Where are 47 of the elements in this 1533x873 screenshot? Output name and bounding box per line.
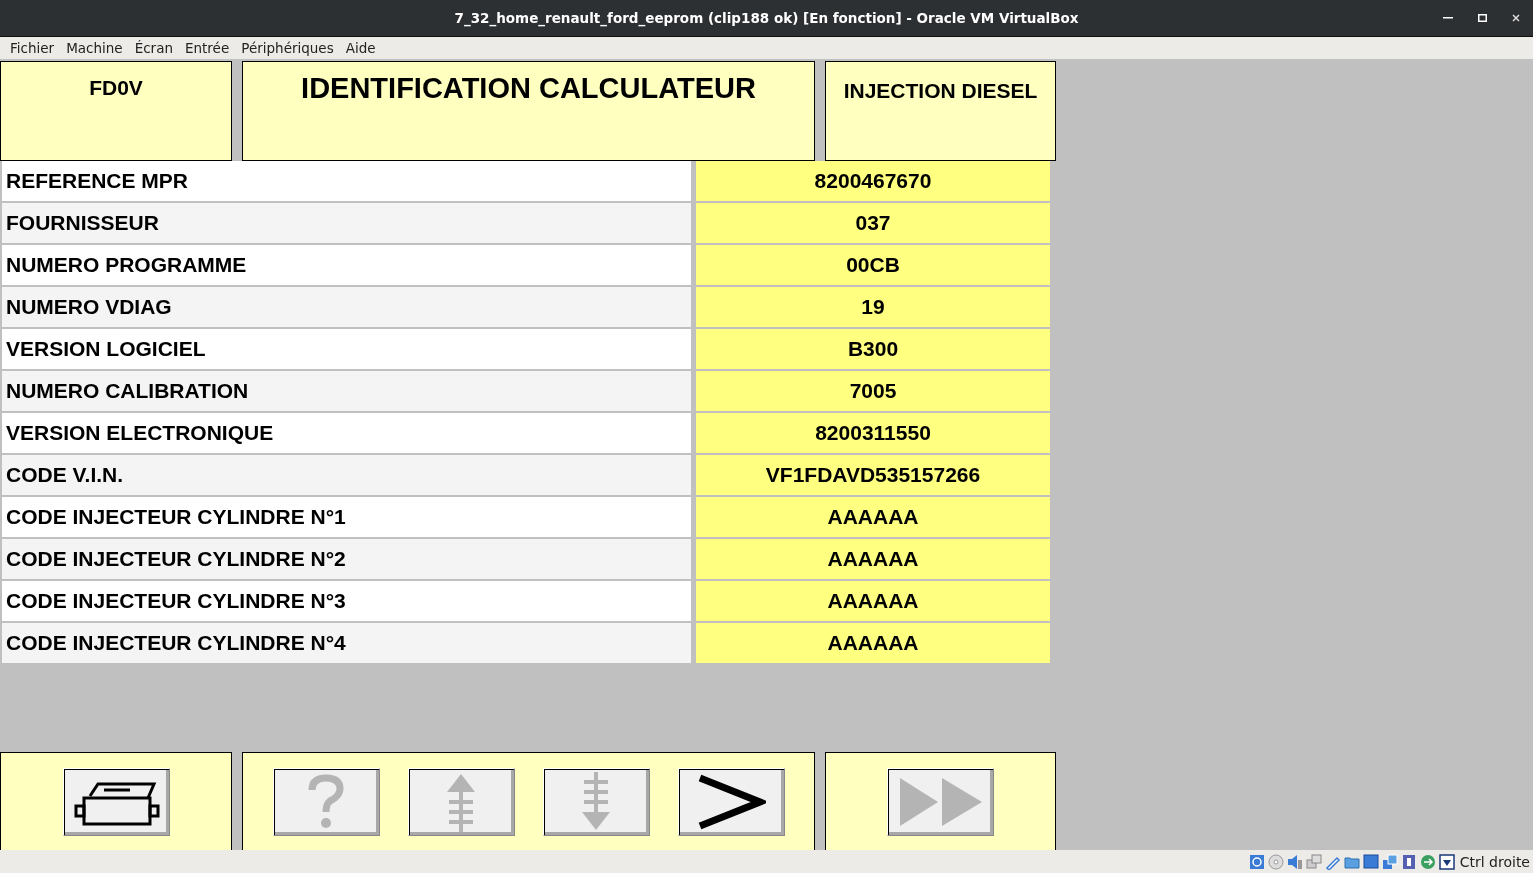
parameter-value: 19 (696, 287, 1050, 329)
parameter-value: 7005 (696, 371, 1050, 413)
menu-item[interactable]: Machine (60, 40, 129, 56)
keyboard-capture-icon[interactable] (1438, 853, 1455, 870)
parameter-label: CODE INJECTEUR CYLINDRE N°2 (2, 539, 691, 581)
parameter-label: NUMERO PROGRAMME (2, 245, 691, 287)
parameter-value: AAAAAA (696, 539, 1050, 581)
close-icon[interactable] (1512, 14, 1520, 22)
parameter-label: CODE V.I.N. (2, 455, 691, 497)
display-icon[interactable] (1362, 853, 1379, 870)
parameter-value: B300 (696, 329, 1050, 371)
parameter-label: CODE INJECTEUR CYLINDRE N°3 (2, 581, 691, 623)
parameter-value: VF1FDAVD535157266 (696, 455, 1050, 497)
parameter-value: AAAAAA (696, 581, 1050, 623)
parameter-value: 00CB (696, 245, 1050, 287)
parameter-value: AAAAAA (696, 497, 1050, 539)
ecu-code: FD0V (89, 76, 143, 100)
window-title: 7_32_home_renault_ford_eeprom (clip188 ok) [En fonction] - Oracle VM VirtualBox (454, 10, 1079, 26)
minimize-icon[interactable] (1443, 17, 1453, 19)
system-name: INJECTION DIESEL (843, 79, 1038, 103)
parameter-label: CODE INJECTEUR CYLINDRE N°1 (2, 497, 691, 539)
question-mark-icon (306, 773, 346, 830)
host-key-label: Ctrl droite (1459, 853, 1530, 870)
screen-title: IDENTIFICATION CALCULATEUR (301, 72, 756, 105)
next-button[interactable] (677, 767, 785, 836)
windows-icon[interactable] (1381, 853, 1398, 870)
menu-item[interactable]: Entrée (179, 40, 236, 56)
print-button[interactable] (62, 767, 170, 836)
audio-icon[interactable] (1286, 853, 1303, 870)
chip-icon[interactable] (1400, 853, 1417, 870)
arrow-down-icon (581, 771, 611, 832)
maximize-icon[interactable] (1477, 14, 1487, 22)
parameter-value: 037 (696, 203, 1050, 245)
parameter-label: NUMERO VDIAG (2, 287, 691, 329)
parameter-value: 8200467670 (696, 161, 1050, 203)
menu-item[interactable]: Périphériques (235, 40, 340, 56)
menu-item[interactable]: Aide (339, 40, 382, 56)
menu-item[interactable]: Écran (128, 40, 179, 56)
menu-item[interactable]: Fichier (4, 40, 61, 56)
parameter-value: 8200311550 (696, 413, 1050, 455)
parameter-label: VERSION ELECTRONIQUE (2, 413, 691, 455)
parameter-label: CODE INJECTEUR CYLINDRE N°4 (2, 623, 691, 665)
parameter-label: REFERENCE MPR (2, 161, 691, 203)
parameter-label: NUMERO CALIBRATION (2, 371, 691, 413)
parameter-label: FOURNISSEUR (2, 203, 691, 245)
parameter-label: VERSION LOGICIEL (2, 329, 691, 371)
parameter-value: AAAAAA (696, 623, 1050, 665)
